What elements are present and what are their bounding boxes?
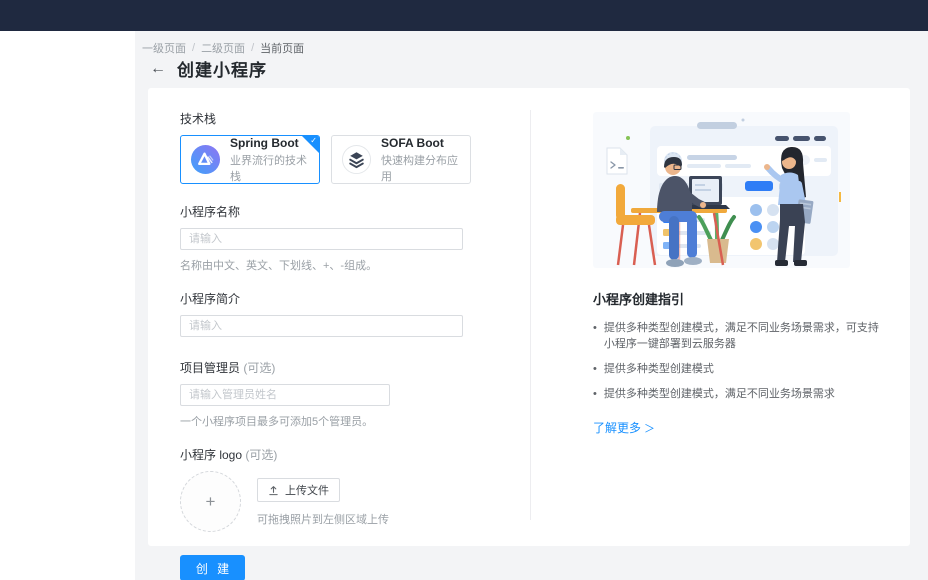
tech-stack-option-desc: 业界流行的技术栈: [230, 154, 307, 183]
app-name-label: 小程序名称: [180, 205, 241, 219]
back-arrow-icon[interactable]: ←: [150, 60, 166, 77]
tech-stack-option-sofa-boot[interactable]: SOFA Boot 快速构建分布应用: [331, 135, 471, 184]
page-content: 一级页面 / 二级页面 / 当前页面 ← 创建小程序 技术栈 Spring Bo…: [135, 31, 928, 580]
tech-stack-option-desc: 快速构建分布应用: [381, 154, 458, 183]
admin-input[interactable]: [180, 384, 390, 406]
vertical-divider: [530, 110, 531, 520]
teamwork-dashboard-illustration: [593, 112, 850, 268]
sofa-boot-icon: [341, 144, 372, 175]
top-nav-bar: [0, 0, 928, 31]
form-card: 技术栈 Spring Boot 业界流行的技术栈 ✓ SOFA Boot 快速构…: [148, 88, 910, 580]
breadcrumb-item-current: 当前页面: [260, 43, 305, 55]
app-name-help: 名称由中文、英文、下划线、+、-组成。: [180, 260, 378, 272]
upload-side: 上传文件 可拖拽照片到左侧区域上传: [257, 471, 389, 527]
guide-bullet: • 提供多种类型创建模式，满足不同业务场景需求: [593, 386, 885, 402]
tech-stack-option-name: Spring Boot: [230, 135, 299, 150]
check-icon: ✓: [310, 136, 317, 145]
tech-stack-option-spring-boot[interactable]: Spring Boot 业界流行的技术栈 ✓: [180, 135, 320, 184]
logo-upload-row: + 上传文件 可拖拽照片到左侧区域上传: [180, 471, 500, 532]
tech-stack-option-texts: Spring Boot 业界流行的技术栈: [230, 135, 310, 183]
admin-label-text: 项目管理员: [180, 361, 241, 375]
learn-more-label: 了解更多: [593, 421, 642, 435]
drag-hint: 可拖拽照片到左侧区域上传: [257, 514, 389, 526]
guide-bullet: • 提供多种类型创建模式，满足不同业务场景需求，可支持小程序一键部署到云服务器: [593, 320, 885, 352]
spring-boot-icon: [190, 144, 221, 175]
upload-icon: [269, 485, 278, 495]
tech-stack-label: 技术栈: [180, 112, 217, 126]
create-form: 技术栈 Spring Boot 业界流行的技术栈 ✓ SOFA Boot 快速构…: [180, 110, 500, 580]
plus-icon: +: [205, 491, 216, 511]
logo-optional-tag: (可选): [245, 448, 278, 462]
guide-bullet-list: • 提供多种类型创建模式，满足不同业务场景需求，可支持小程序一键部署到云服务器 …: [593, 320, 885, 402]
create-button[interactable]: 创 建: [180, 555, 245, 580]
guide-bullet-text: 提供多种类型创建模式，满足不同业务场景需求，可支持小程序一键部署到云服务器: [603, 322, 879, 350]
admin-optional-tag: (可选): [243, 361, 276, 375]
chevron-right-icon: ＞: [644, 422, 656, 435]
page-title: 创建小程序: [177, 61, 267, 80]
logo-drop-zone[interactable]: +: [180, 471, 241, 532]
learn-more-link[interactable]: 了解更多 ＞: [593, 419, 655, 436]
logo-label-text: 小程序 logo: [180, 448, 243, 462]
admin-label: 项目管理员 (可选): [180, 359, 500, 376]
breadcrumb: 一级页面 / 二级页面 / 当前页面: [142, 40, 304, 56]
breadcrumb-item-level2[interactable]: 二级页面: [201, 40, 245, 56]
breadcrumb-separator: /: [192, 42, 196, 54]
admin-help: 一个小程序项目最多可添加5个管理员。: [180, 416, 374, 428]
bullet-dot: •: [593, 322, 597, 334]
guide-bullet-text: 提供多种类型创建模式，满足不同业务场景需求: [603, 388, 835, 400]
guide-bullet: • 提供多种类型创建模式: [593, 361, 885, 377]
bullet-dot: •: [593, 363, 597, 375]
breadcrumb-item-level1[interactable]: 一级页面: [142, 40, 186, 56]
left-sidebar: [0, 31, 135, 580]
upload-button-label: 上传文件: [285, 485, 329, 497]
app-name-input[interactable]: [180, 228, 463, 250]
app-intro-label: 小程序简介: [180, 292, 241, 306]
guide-bullet-text: 提供多种类型创建模式: [603, 363, 714, 375]
illustration-svg: [593, 112, 850, 268]
upload-file-button[interactable]: 上传文件: [257, 478, 340, 502]
tech-stack-options: Spring Boot 业界流行的技术栈 ✓ SOFA Boot 快速构建分布应…: [180, 135, 500, 184]
bullet-dot: •: [593, 388, 597, 400]
guide-title: 小程序创建指引: [593, 292, 685, 307]
guide-panel: 小程序创建指引 • 提供多种类型创建模式，满足不同业务场景需求，可支持小程序一键…: [593, 112, 885, 437]
breadcrumb-separator: /: [251, 42, 255, 54]
tech-stack-option-name: SOFA Boot: [381, 135, 444, 150]
tech-stack-option-texts: SOFA Boot 快速构建分布应用: [381, 135, 461, 183]
logo-label: 小程序 logo (可选): [180, 446, 500, 463]
app-intro-input[interactable]: [180, 315, 463, 337]
page-header: ← 创建小程序: [150, 56, 267, 81]
